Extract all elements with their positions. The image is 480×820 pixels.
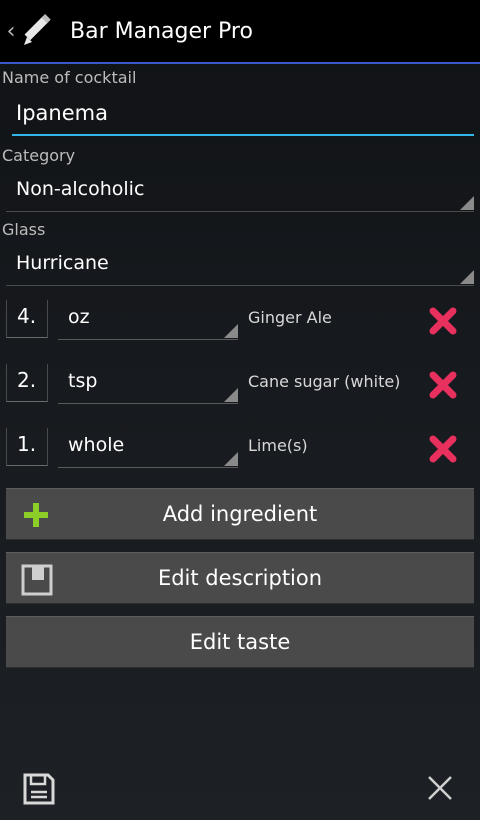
glass-value: Hurricane xyxy=(16,252,109,274)
ingredient-row: 2. tsp Cane sugar (white) xyxy=(0,364,480,414)
close-icon[interactable] xyxy=(424,772,456,804)
unit-spinner[interactable]: whole xyxy=(58,428,238,468)
quantity-value: 2. xyxy=(17,368,37,392)
quantity-field[interactable]: 4. xyxy=(6,300,48,338)
action-bar: ‹ Bar Manager Pro xyxy=(0,0,480,64)
cocktail-name-input[interactable] xyxy=(12,92,474,136)
bottom-action-bar xyxy=(0,758,480,820)
edit-description-button[interactable]: Edit description xyxy=(6,552,474,604)
dropdown-corner-icon xyxy=(460,196,474,210)
unit-value: tsp xyxy=(68,370,98,392)
app-title: Bar Manager Pro xyxy=(70,18,253,44)
chevron-left-icon[interactable]: ‹ xyxy=(4,16,18,46)
category-value: Non-alcoholic xyxy=(16,178,145,200)
quantity-value: 1. xyxy=(17,432,37,456)
ingredient-name: Cane sugar (white) xyxy=(248,372,401,391)
delete-x-icon[interactable] xyxy=(428,306,458,336)
glass-label: Glass xyxy=(2,220,46,239)
edit-taste-label: Edit taste xyxy=(189,630,291,654)
ingredient-row: 1. whole Lime(s) xyxy=(0,428,480,478)
delete-x-icon[interactable] xyxy=(428,434,458,464)
edit-taste-button[interactable]: Edit taste xyxy=(6,616,474,668)
dropdown-corner-icon xyxy=(224,452,238,466)
dropdown-corner-icon xyxy=(460,270,474,284)
category-spinner[interactable]: Non-alcoholic xyxy=(6,172,474,212)
quantity-field[interactable]: 2. xyxy=(6,364,48,402)
unit-value: oz xyxy=(68,306,90,328)
quantity-value: 4. xyxy=(17,304,37,328)
save-icon[interactable] xyxy=(22,772,56,806)
glass-spinner[interactable]: Hurricane xyxy=(6,246,474,286)
plus-icon xyxy=(24,503,48,527)
edit-description-label: Edit description xyxy=(157,566,323,590)
category-label: Category xyxy=(2,146,76,165)
ingredient-name: Lime(s) xyxy=(248,436,308,455)
add-ingredient-button[interactable]: Add ingredient xyxy=(6,488,474,540)
name-label: Name of cocktail xyxy=(2,68,137,87)
unit-value: whole xyxy=(68,434,125,456)
unit-spinner[interactable]: tsp xyxy=(58,364,238,404)
pencil-icon[interactable] xyxy=(18,11,58,51)
ingredient-name: Ginger Ale xyxy=(248,308,332,327)
ingredient-row: 4. oz Ginger Ale xyxy=(0,300,480,350)
dropdown-corner-icon xyxy=(224,388,238,402)
add-ingredient-label: Add ingredient xyxy=(162,502,318,526)
dropdown-corner-icon xyxy=(224,324,238,338)
quantity-field[interactable]: 1. xyxy=(6,428,48,466)
delete-x-icon[interactable] xyxy=(428,370,458,400)
unit-spinner[interactable]: oz xyxy=(58,300,238,340)
document-icon xyxy=(21,564,53,596)
